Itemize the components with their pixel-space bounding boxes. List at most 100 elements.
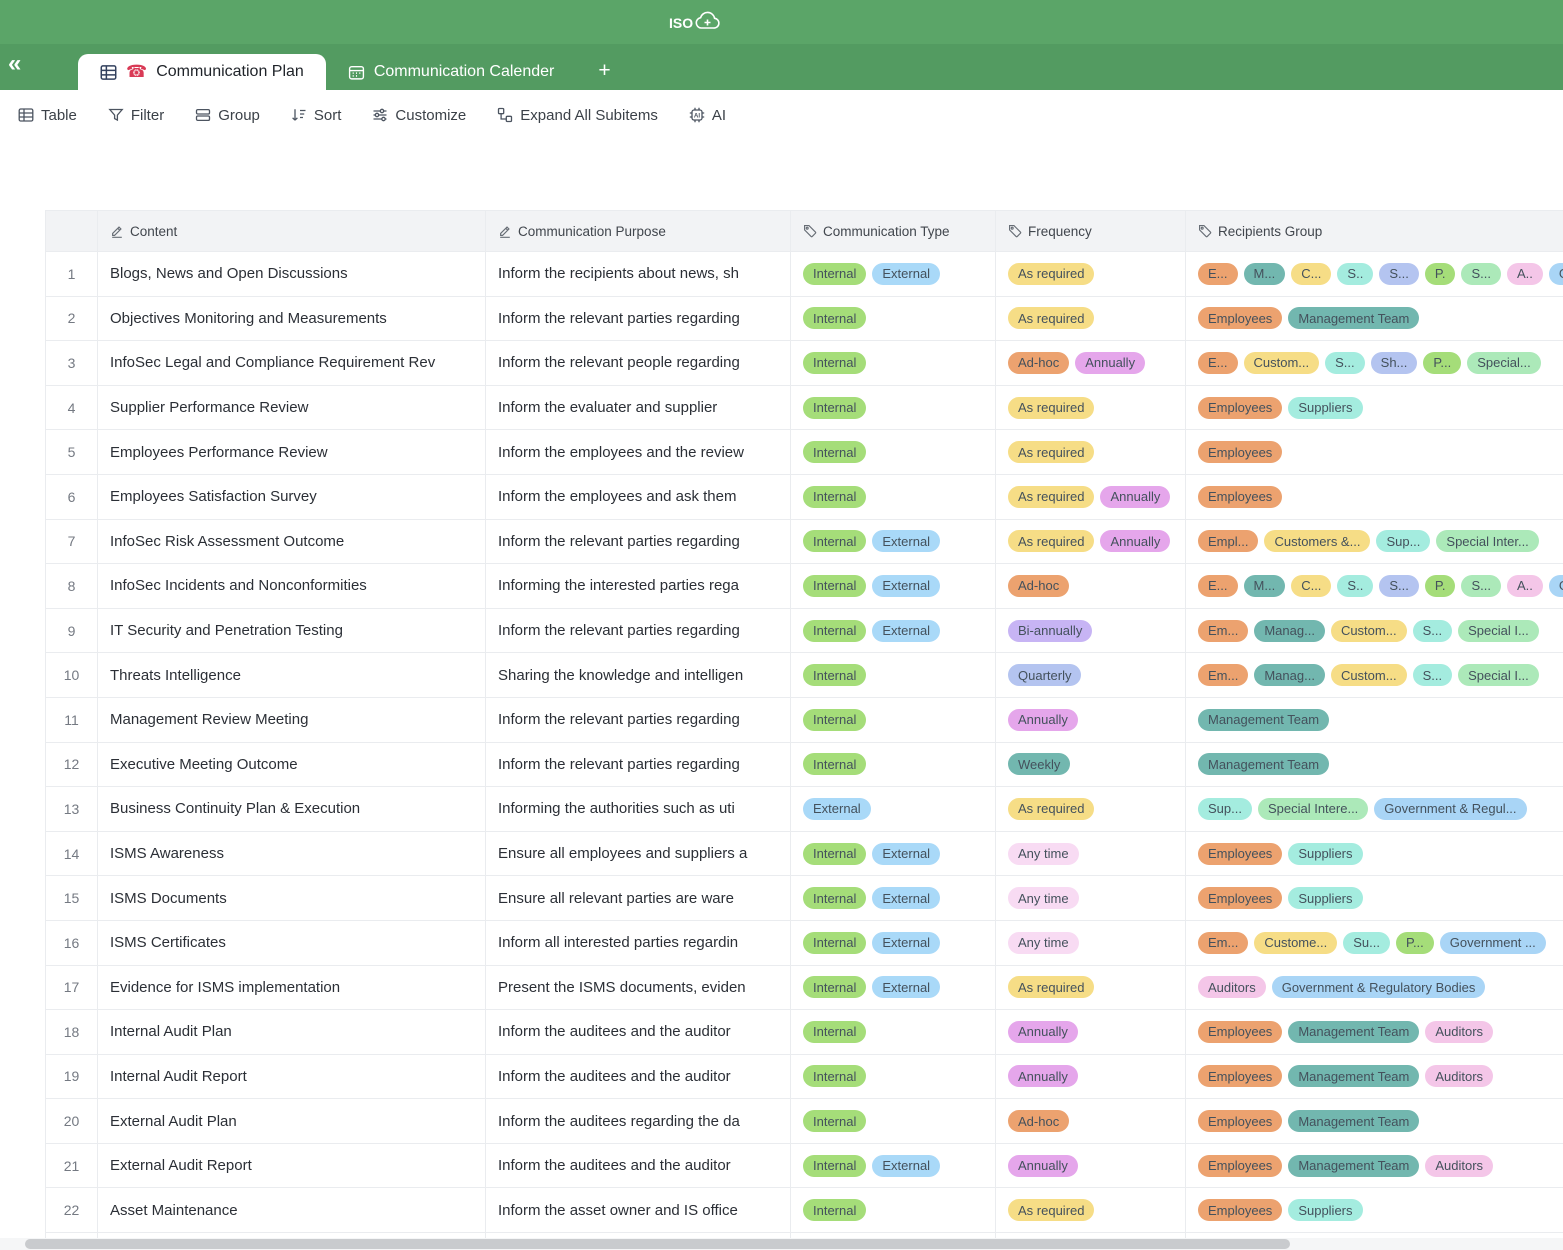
recipient-group-pill[interactable]: Em... [1198,664,1248,686]
communication-type-cell[interactable]: Internal [791,475,996,519]
frequency-pill[interactable]: Any time [1008,932,1079,954]
frequency-pill[interactable]: Weekly [1008,753,1070,775]
communication-type-cell[interactable]: Internal [791,297,996,341]
frequency-cell[interactable]: Weekly [996,743,1186,787]
content-cell[interactable]: Evidence for ISMS implementation [98,966,486,1010]
recipient-group-pill[interactable]: Employees [1198,1155,1282,1177]
communication-type-pill[interactable]: Internal [803,441,866,463]
frequency-cell[interactable]: Ad-hoc [996,1099,1186,1143]
row-number-cell[interactable]: 20 [46,1099,98,1143]
recipients-group-cell[interactable]: AuditorsGovernment & Regulatory Bodies [1186,966,1563,1010]
frequency-cell[interactable]: Any time [996,921,1186,965]
recipient-group-pill[interactable]: P. [1425,263,1456,285]
recipient-group-pill[interactable]: Management Team [1288,1110,1419,1132]
recipient-group-pill[interactable]: P. [1425,575,1456,597]
content-cell[interactable]: Supplier Performance Review [98,386,486,430]
communication-type-pill[interactable]: Internal [803,575,866,597]
content-cell[interactable]: Business Continuity Plan & Execution [98,787,486,831]
purpose-cell[interactable]: Inform the auditees and the auditor [486,1010,791,1054]
purpose-cell[interactable]: Inform the relevant parties regarding [486,743,791,787]
recipient-group-pill[interactable]: Customers &... [1264,530,1370,552]
recipient-group-pill[interactable]: Management Team [1198,709,1329,731]
purpose-cell[interactable]: Inform the relevant people regarding [486,341,791,385]
column-header-communication-type[interactable]: Communication Type [791,211,996,251]
row-number-cell[interactable]: 2 [46,297,98,341]
recipients-group-cell[interactable]: Employees [1186,475,1563,519]
content-cell[interactable]: ISMS Awareness [98,832,486,876]
row-number-cell[interactable]: 8 [46,564,98,608]
content-cell[interactable]: Threats Intelligence [98,653,486,697]
communication-type-pill[interactable]: Internal [803,1155,866,1177]
recipient-group-pill[interactable]: Suppliers [1288,1199,1362,1221]
frequency-cell[interactable]: As required [996,1188,1186,1232]
toolbar-sort-button[interactable]: Sort [291,107,342,124]
communication-type-cell[interactable]: Internal [791,698,996,742]
toolbar-customize-button[interactable]: Customize [372,107,466,124]
toolbar-table-button[interactable]: Table [18,107,77,124]
recipient-group-pill[interactable]: Su... [1343,932,1390,954]
recipients-group-cell[interactable]: EmployeesSuppliers [1186,832,1563,876]
row-number-cell[interactable]: 1 [46,252,98,296]
frequency-pill[interactable]: As required [1008,486,1094,508]
recipient-group-pill[interactable]: C... [1291,263,1331,285]
recipients-group-cell[interactable]: EmployeesManagement TeamAuditors [1186,1010,1563,1054]
recipient-group-pill[interactable]: P... [1396,932,1434,954]
tab-communication-plan[interactable]: ☎ Communication Plan [78,54,326,90]
frequency-cell[interactable]: Quarterly [996,653,1186,697]
row-number-cell[interactable]: 21 [46,1144,98,1188]
recipient-group-pill[interactable]: Sup... [1376,530,1430,552]
recipient-group-pill[interactable]: Management Team [1288,1065,1419,1087]
frequency-pill[interactable]: Bi-annually [1008,620,1092,642]
recipients-group-cell[interactable]: E...M...C...S..S...P.S...A..Go... [1186,252,1563,296]
recipient-group-pill[interactable]: Go... [1549,575,1563,597]
recipients-group-cell[interactable]: Empl...Customers &...Sup...Special Inter… [1186,520,1563,564]
frequency-pill[interactable]: As required [1008,263,1094,285]
communication-type-pill[interactable]: Internal [803,620,866,642]
frequency-cell[interactable]: As required [996,386,1186,430]
recipient-group-pill[interactable]: Auditors [1425,1155,1493,1177]
recipients-group-cell[interactable]: Em...Manag...Custom...S...Special I... [1186,653,1563,697]
communication-type-cell[interactable]: Internal [791,1010,996,1054]
recipient-group-pill[interactable]: Special Inter... [1436,530,1538,552]
column-header-frequency[interactable]: Frequency [996,211,1186,251]
recipient-group-pill[interactable]: A.. [1507,575,1543,597]
frequency-pill[interactable]: Quarterly [1008,664,1081,686]
frequency-cell[interactable]: As requiredAnnually [996,475,1186,519]
content-cell[interactable]: Management Review Meeting [98,698,486,742]
recipient-group-pill[interactable]: M... [1244,575,1286,597]
communication-type-pill[interactable]: External [872,932,940,954]
communication-type-cell[interactable]: Internal [791,430,996,474]
frequency-pill[interactable]: Annually [1100,530,1170,552]
frequency-pill[interactable]: As required [1008,441,1094,463]
recipient-group-pill[interactable]: Management Team [1288,1021,1419,1043]
purpose-cell[interactable]: Inform all interested parties regardin [486,921,791,965]
frequency-pill[interactable]: Annually [1008,1021,1078,1043]
row-number-cell[interactable]: 12 [46,743,98,787]
recipient-group-pill[interactable]: P... [1423,352,1461,374]
communication-type-pill[interactable]: Internal [803,307,866,329]
content-cell[interactable]: ISMS Certificates [98,921,486,965]
frequency-cell[interactable]: Any time [996,876,1186,920]
recipients-group-cell[interactable]: Em...Custome...Su...P...Government ... [1186,921,1563,965]
frequency-cell[interactable]: Annually [996,698,1186,742]
frequency-cell[interactable]: As required [996,297,1186,341]
row-number-cell[interactable]: 5 [46,430,98,474]
recipient-group-pill[interactable]: E... [1198,263,1238,285]
toolbar-ai-button[interactable]: AIAI [689,107,726,124]
communication-type-cell[interactable]: InternalExternal [791,1144,996,1188]
communication-type-cell[interactable]: InternalExternal [791,876,996,920]
communication-type-cell[interactable]: Internal [791,743,996,787]
purpose-cell[interactable]: Inform the evaluater and supplier [486,386,791,430]
recipients-group-cell[interactable]: Management Team [1186,698,1563,742]
communication-type-cell[interactable]: Internal [791,1188,996,1232]
communication-type-pill[interactable]: Internal [803,486,866,508]
content-cell[interactable]: External Audit Plan [98,1099,486,1143]
frequency-cell[interactable]: As requiredAnnually [996,520,1186,564]
communication-type-pill[interactable]: Internal [803,843,866,865]
recipient-group-pill[interactable]: Special... [1467,352,1540,374]
purpose-cell[interactable]: Ensure all employees and suppliers a [486,832,791,876]
recipient-group-pill[interactable]: A.. [1507,263,1543,285]
recipient-group-pill[interactable]: Auditors [1425,1065,1493,1087]
row-number-cell[interactable]: 9 [46,609,98,653]
communication-type-pill[interactable]: External [872,887,940,909]
